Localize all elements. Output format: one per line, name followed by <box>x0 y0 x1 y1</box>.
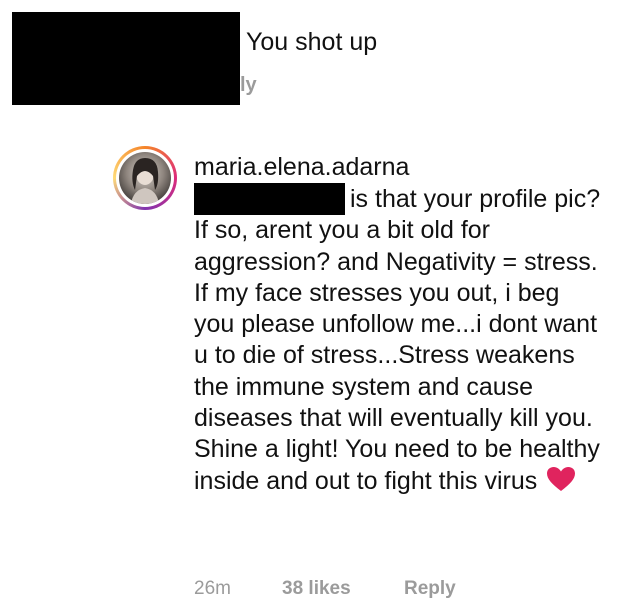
comment-likes-count[interactable]: 38 likes <box>282 578 404 600</box>
red-heart-icon <box>547 466 576 491</box>
avatar[interactable] <box>113 146 177 210</box>
comment-body: is that your profile pic? If so, arent y… <box>194 184 604 497</box>
comment-body-text: is that your profile pic? If so, arent y… <box>194 185 601 495</box>
comment-timestamp: 26m <box>194 578 231 599</box>
avatar-border <box>116 149 174 207</box>
top-comment-text: You shot up <box>246 28 378 56</box>
comment-username[interactable]: maria.elena.adarna <box>194 152 409 182</box>
person-silhouette-icon <box>131 158 159 204</box>
top-comment-reply-fragment[interactable]: ly <box>240 74 257 96</box>
redaction-box-top <box>12 12 240 105</box>
reply-button[interactable]: Reply <box>404 578 456 600</box>
avatar-photo <box>119 152 171 204</box>
comment-meta-row: 26m 38 likes Reply <box>194 578 456 600</box>
